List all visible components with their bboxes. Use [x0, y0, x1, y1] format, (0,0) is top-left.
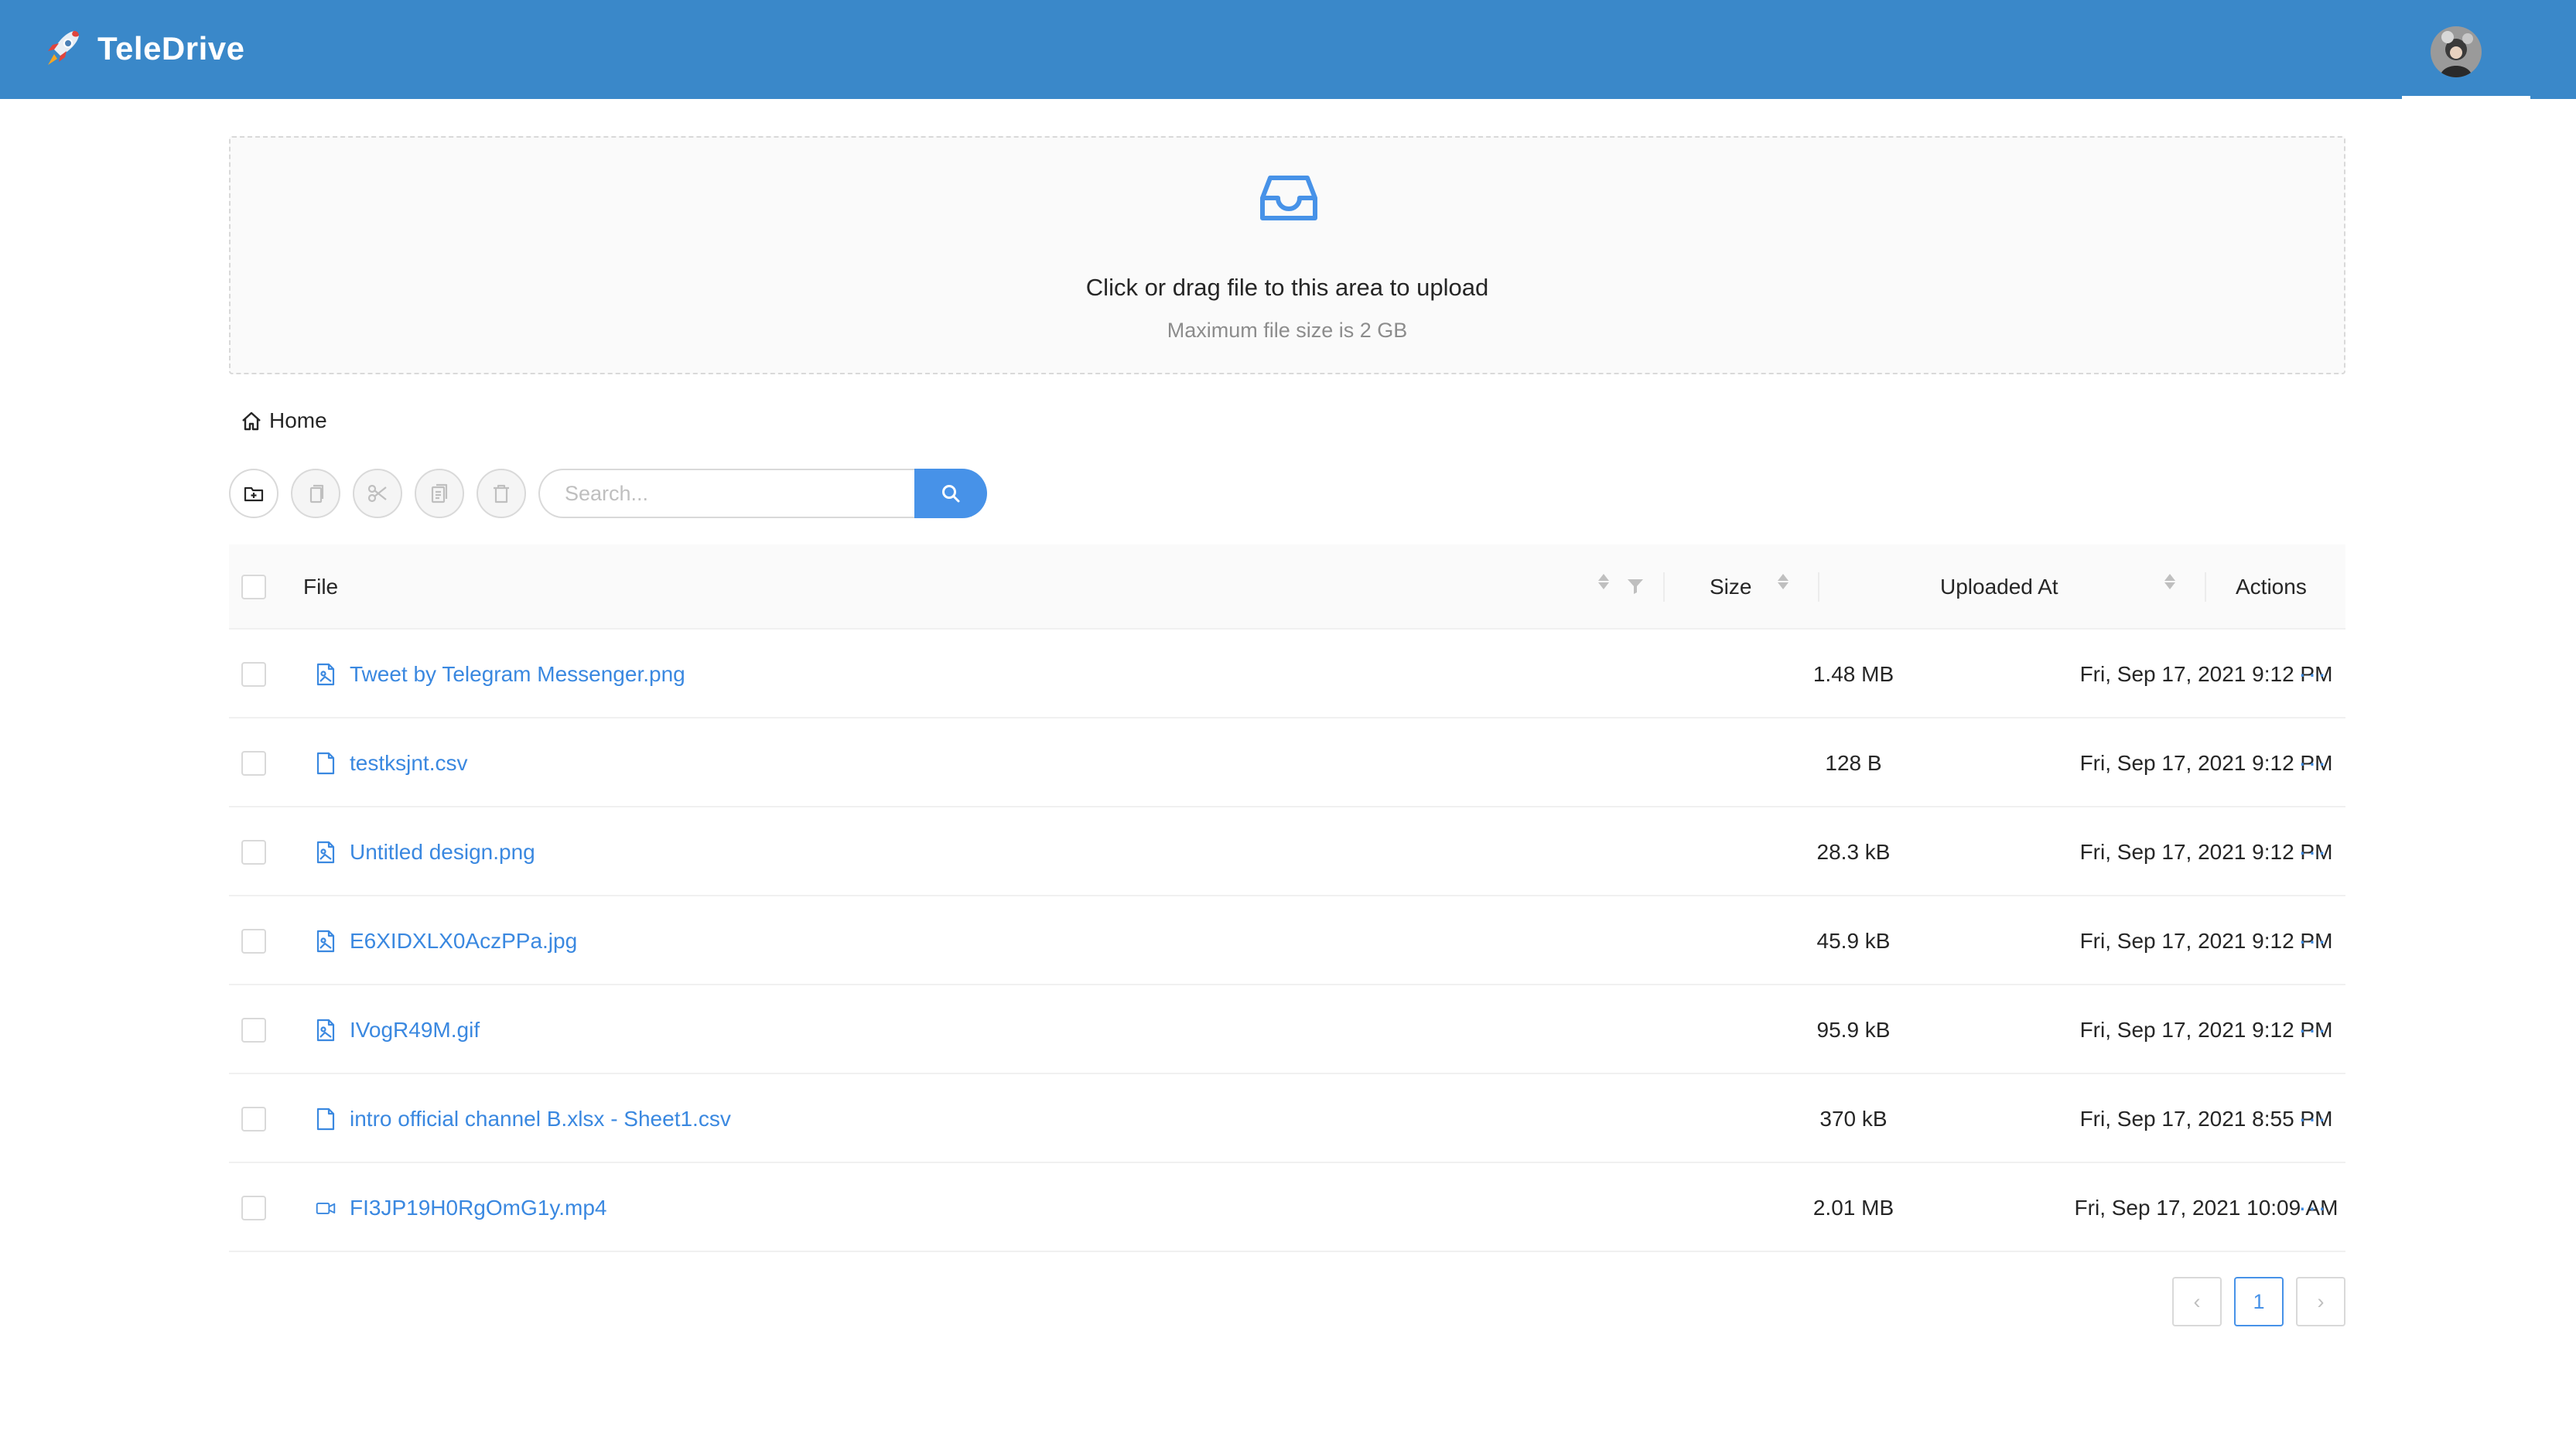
delete-button[interactable] [477, 469, 526, 518]
file-image-icon [316, 1019, 335, 1041]
scissor-icon [367, 484, 387, 503]
column-header-file[interactable]: File [303, 544, 338, 630]
search-group [538, 469, 987, 518]
file-name-link[interactable]: FI3JP19H0RgOmG1y.mp4 [316, 1163, 607, 1252]
table-row: intro official channel B.xlsx - Sheet1.c… [229, 1074, 2345, 1163]
file-name-link[interactable]: Tweet by Telegram Messenger.png [316, 630, 685, 718]
table-row: FI3JP19H0RgOmG1y.mp4 2.01 MB Fri, Sep 17… [229, 1163, 2345, 1252]
row-checkbox[interactable] [241, 896, 266, 985]
row-actions-button[interactable]: ··· [2259, 718, 2367, 807]
file-image-icon [316, 841, 335, 863]
row-actions-button[interactable]: ··· [2259, 985, 2367, 1074]
column-header-uploaded-at[interactable]: Uploaded At [1940, 544, 2058, 630]
row-checkbox[interactable] [241, 630, 266, 718]
breadcrumb[interactable]: Home [240, 408, 327, 433]
file-name-link[interactable]: E6XIDXLX0AczPPa.jpg [316, 896, 577, 985]
video-camera-icon [316, 1202, 336, 1214]
file-table: File Size Uploaded At Actions Tweet by T… [229, 544, 2345, 1252]
cut-button[interactable] [353, 469, 402, 518]
row-actions-button[interactable]: ··· [2259, 1163, 2367, 1252]
file-name-link[interactable]: IVogR49M.gif [316, 985, 480, 1074]
row-checkbox[interactable] [241, 985, 266, 1074]
table-row: Tweet by Telegram Messenger.png 1.48 MB … [229, 630, 2345, 718]
row-actions-button[interactable]: ··· [2259, 896, 2367, 985]
file-size: 370 kB [1819, 1106, 1888, 1131]
pagination-prev-button[interactable]: ‹ [2172, 1277, 2222, 1326]
app-name: TeleDrive [97, 30, 245, 67]
delete-icon [494, 484, 509, 503]
file-image-icon [316, 930, 335, 952]
file-image-icon [316, 663, 335, 685]
upload-title: Click or drag file to this area to uploa… [1085, 274, 1489, 301]
row-checkbox[interactable] [241, 718, 266, 807]
table-row: E6XIDXLX0AczPPa.jpg 45.9 kB Fri, Sep 17,… [229, 896, 2345, 985]
column-header-actions: Actions [2236, 575, 2307, 599]
file-icon [316, 752, 335, 774]
inbox-icon [1260, 176, 1317, 220]
uploaded-at-sort-icon[interactable] [2164, 574, 2175, 589]
pagination-next-button[interactable]: › [2296, 1277, 2345, 1326]
file-size: 1.48 MB [1812, 661, 1894, 686]
row-actions-button[interactable]: ··· [2259, 807, 2367, 896]
breadcrumb-home[interactable]: Home [269, 408, 327, 433]
file-size: 128 B [1825, 750, 1882, 775]
paste-button[interactable] [415, 469, 464, 518]
table-row: testksjnt.csv 128 B Fri, Sep 17, 2021 9:… [229, 718, 2345, 807]
folder-add-icon [244, 486, 264, 502]
file-size: 45.9 kB [1816, 928, 1891, 953]
column-header-size[interactable]: Size [1710, 544, 1751, 630]
upload-dropzone[interactable]: Click or drag file to this area to uploa… [229, 136, 2345, 374]
brand[interactable]: TeleDrive [43, 28, 245, 70]
search-icon [942, 485, 960, 503]
search-button[interactable] [914, 469, 987, 518]
table-header: File Size Uploaded At Actions [229, 544, 2345, 630]
table-row: Untitled design.png 28.3 kB Fri, Sep 17,… [229, 807, 2345, 896]
file-size: 95.9 kB [1816, 1017, 1891, 1042]
new-folder-button[interactable] [229, 469, 278, 518]
app-header: TeleDrive [0, 0, 2576, 99]
row-checkbox[interactable] [241, 1163, 266, 1252]
table-row: IVogR49M.gif 95.9 kB Fri, Sep 17, 2021 9… [229, 985, 2345, 1074]
file-size: 2.01 MB [1812, 1195, 1894, 1220]
filter-icon[interactable] [1626, 577, 1645, 596]
file-name-link[interactable]: Untitled design.png [316, 807, 535, 896]
upload-hint: Maximum file size is 2 GB [1167, 319, 1408, 342]
select-all-checkbox[interactable] [241, 544, 266, 630]
file-name-link[interactable]: testksjnt.csv [316, 718, 467, 807]
file-size: 28.3 kB [1816, 839, 1891, 864]
rocket-icon [48, 31, 79, 65]
row-actions-button[interactable]: ··· [2259, 1074, 2367, 1163]
file-icon [316, 1108, 335, 1130]
row-checkbox[interactable] [241, 1074, 266, 1163]
file-sort-icon[interactable] [1598, 574, 1609, 589]
file-name-link[interactable]: intro official channel B.xlsx - Sheet1.c… [316, 1074, 731, 1163]
copy-button[interactable] [291, 469, 340, 518]
menu-active-indicator [2402, 96, 2530, 99]
home-icon [242, 411, 261, 431]
search-input[interactable] [538, 469, 914, 518]
row-actions-button[interactable]: ··· [2259, 630, 2367, 718]
pagination-page-1[interactable]: 1 [2234, 1277, 2284, 1326]
row-checkbox[interactable] [241, 807, 266, 896]
snippets-icon [431, 483, 448, 503]
copy-icon [309, 484, 324, 503]
size-sort-icon[interactable] [1778, 574, 1789, 589]
avatar[interactable] [2431, 26, 2482, 77]
